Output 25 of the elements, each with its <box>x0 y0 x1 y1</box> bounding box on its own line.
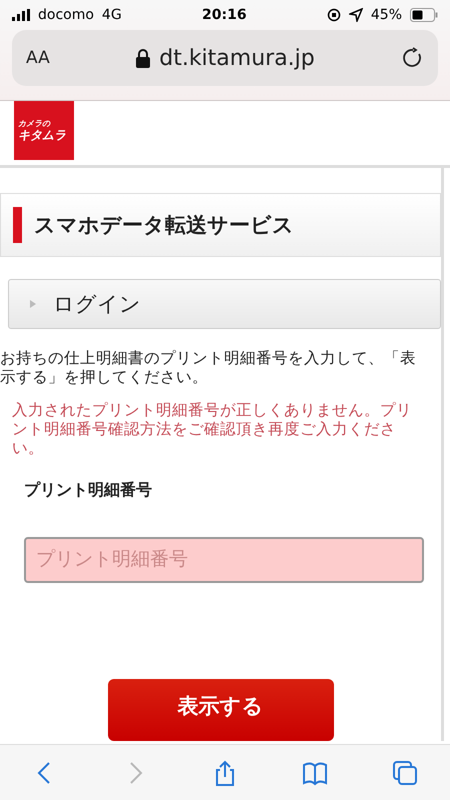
login-label: ログイン <box>53 291 141 318</box>
login-bar[interactable]: ログイン <box>8 279 441 329</box>
reload-icon[interactable] <box>402 47 424 69</box>
location-icon <box>348 8 363 22</box>
tabs-icon[interactable] <box>391 758 419 786</box>
battery-icon <box>410 8 438 22</box>
rotation-lock-icon <box>326 8 341 22</box>
submit-button[interactable]: 表示する <box>108 678 334 741</box>
battery-percent: 45% <box>370 7 402 23</box>
text-size-button[interactable]: AA <box>26 48 126 68</box>
error-message: 入力されたプリント明細番号が正しくありません。プリント明細番号確認方法をご確認頂き再度ご入力ください。 <box>12 400 413 458</box>
network-type: 4G <box>102 7 122 23</box>
carrier: docomo <box>38 7 94 23</box>
input-field[interactable]: プリント明細番号 <box>24 536 424 583</box>
url-text: dt.kitamura.jp <box>159 46 315 70</box>
field-label: プリント明細番号 <box>24 480 153 501</box>
accent-mark <box>13 207 22 243</box>
page-title: スマホデータ転送サービス <box>34 211 294 239</box>
address-bar[interactable]: AA dt.kitamura.jp <box>12 30 438 86</box>
lock-icon <box>135 48 152 68</box>
instructions: お持ちの仕上明細書のプリント明細番号を入力して、「表示する」を押してください。 <box>0 349 417 387</box>
clock: 20:16 <box>202 7 247 23</box>
logo[interactable]: カメラの キタムラ <box>14 101 74 160</box>
signal-icon <box>12 9 30 21</box>
triangle-icon <box>29 300 37 308</box>
